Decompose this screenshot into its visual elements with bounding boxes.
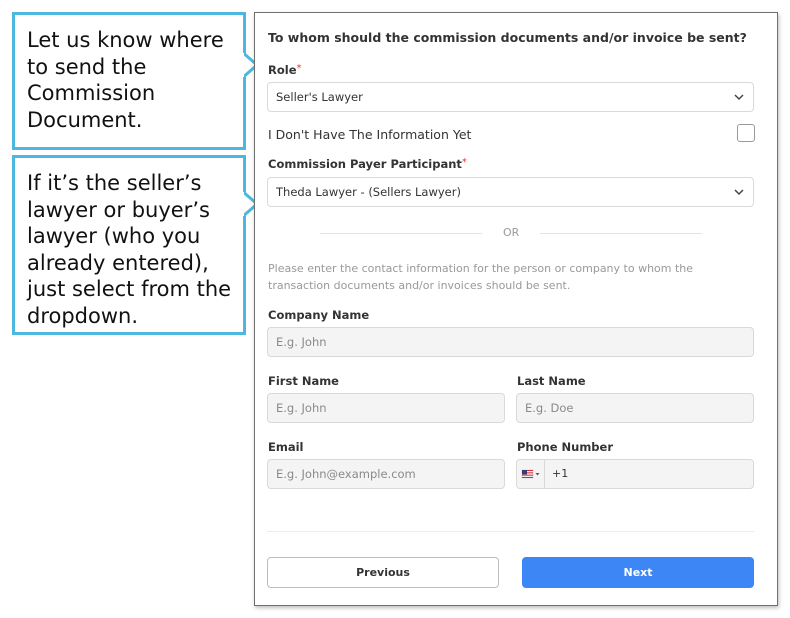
email-input[interactable] — [267, 459, 505, 489]
callout-text: If it’s the seller’s lawyer or buyer’s l… — [27, 171, 232, 328]
no-info-label: I Don't Have The Information Yet — [268, 127, 472, 142]
company-label: Company Name — [268, 308, 370, 322]
first-name-input[interactable] — [267, 393, 505, 423]
last-name-label: Last Name — [517, 374, 586, 388]
role-select[interactable]: Seller's Lawyer — [267, 82, 754, 112]
first-name-label: First Name — [268, 374, 339, 388]
phone-field[interactable]: +1 — [516, 459, 754, 489]
contact-hint: Please enter the contact information for… — [268, 262, 694, 292]
form-question: To whom should the commission documents … — [268, 30, 747, 45]
us-flag-icon — [521, 469, 540, 479]
or-divider-right — [540, 233, 702, 234]
role-label: Role* — [268, 63, 302, 77]
payer-select-value: Theda Lawyer - (Sellers Lawyer) — [276, 185, 461, 199]
company-input[interactable] — [267, 327, 754, 357]
email-label: Email — [268, 440, 304, 454]
last-name-input[interactable] — [516, 393, 754, 423]
commission-recipient-form: To whom should the commission documents … — [254, 12, 778, 606]
payer-label: Commission Payer Participant* — [268, 157, 467, 171]
no-info-checkbox[interactable] — [737, 124, 755, 142]
previous-button[interactable]: Previous — [267, 557, 499, 588]
footer-divider — [267, 531, 754, 532]
role-select-value: Seller's Lawyer — [276, 90, 363, 104]
next-button[interactable]: Next — [522, 557, 754, 588]
required-mark: * — [461, 157, 467, 168]
country-selector[interactable] — [517, 460, 545, 488]
callout-send-location: Let us know where to send the Commission… — [12, 12, 259, 150]
or-text: OR — [503, 226, 520, 239]
chevron-down-icon — [734, 189, 744, 196]
payer-label-text: Commission Payer Participant — [268, 157, 462, 171]
callout-text: Let us know where to send the Commission… — [27, 28, 224, 132]
role-label-text: Role — [268, 63, 297, 77]
or-divider-left — [320, 233, 482, 234]
callout-select-lawyer: If it’s the seller’s lawyer or buyer’s l… — [12, 155, 259, 335]
chevron-down-icon — [734, 94, 744, 101]
required-mark: * — [296, 63, 302, 74]
payer-select[interactable]: Theda Lawyer - (Sellers Lawyer) — [267, 177, 754, 207]
phone-label: Phone Number — [517, 440, 614, 454]
phone-country-code: +1 — [552, 467, 569, 480]
